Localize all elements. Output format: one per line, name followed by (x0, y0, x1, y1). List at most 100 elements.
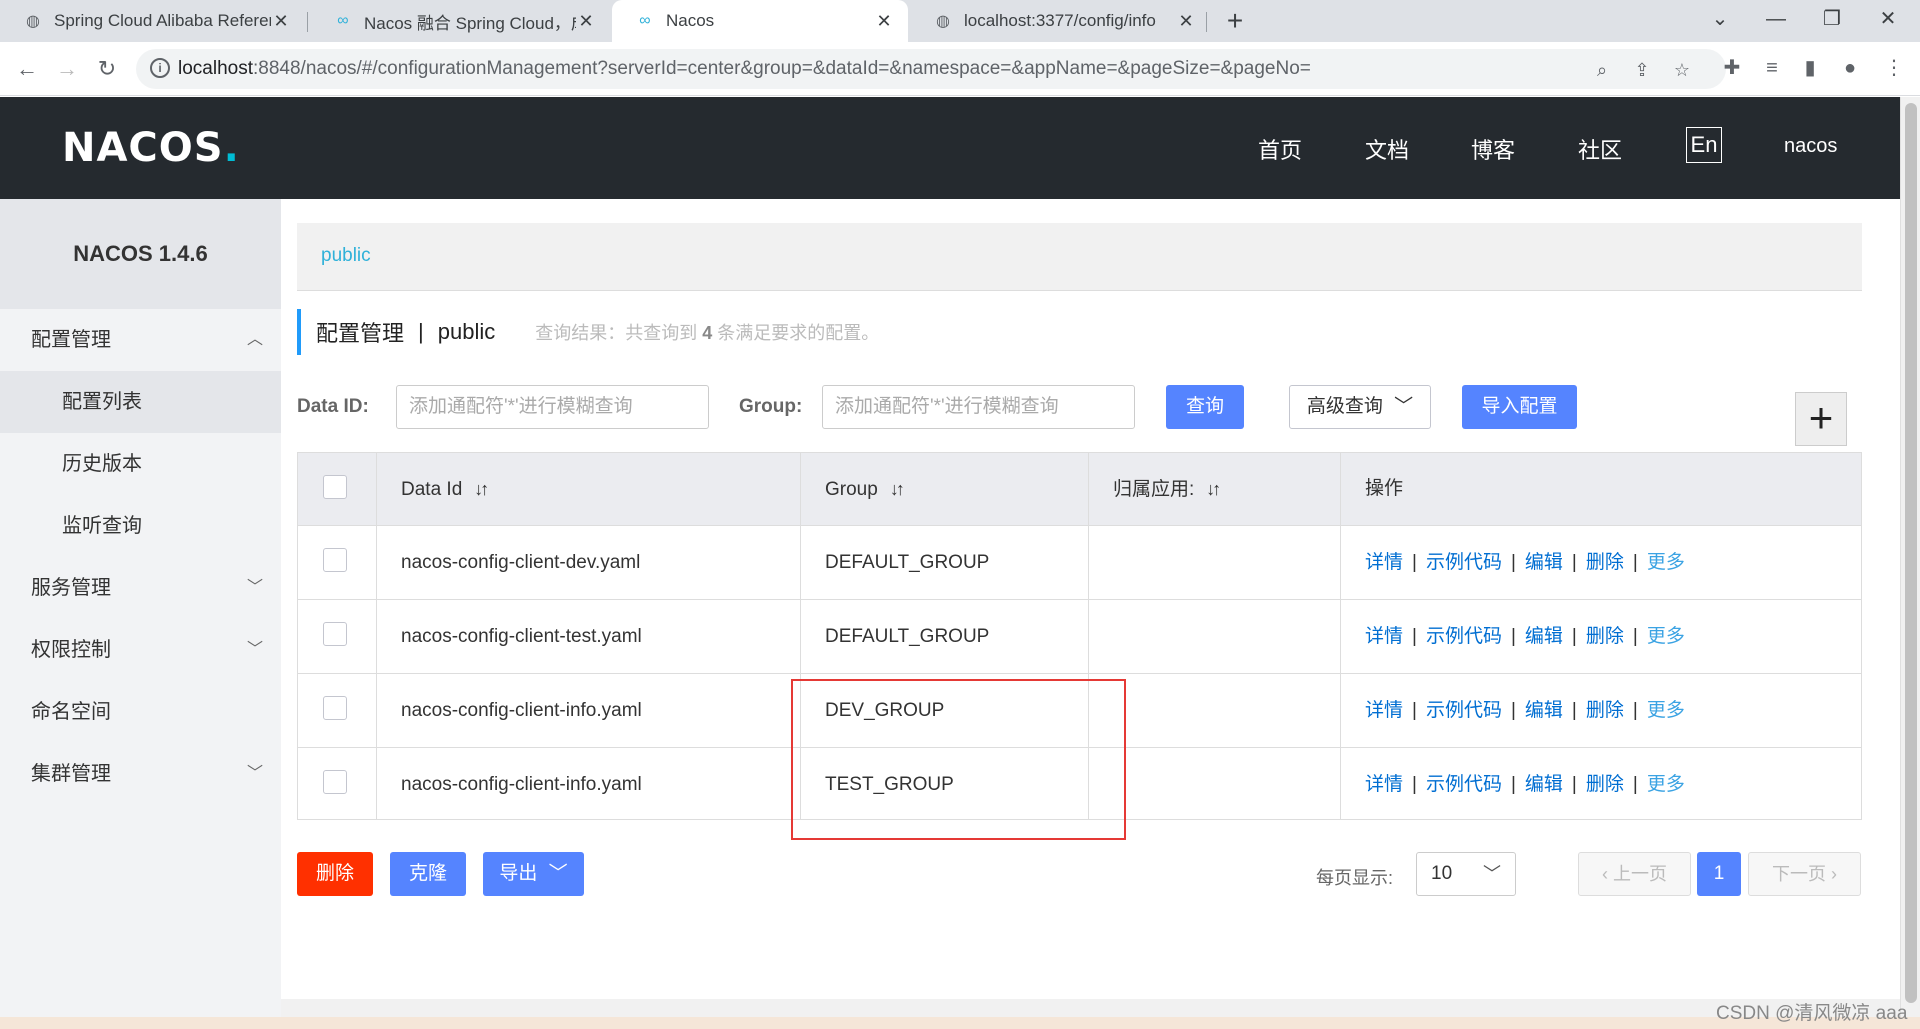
bookmark-star-icon[interactable]: ☆ (1670, 58, 1694, 82)
sample-code-link[interactable]: 示例代码 (1426, 552, 1502, 573)
user-name[interactable]: nacos (1784, 135, 1837, 158)
edit-link[interactable]: 编辑 (1525, 774, 1563, 795)
nav-community[interactable]: 社区 (1578, 133, 1622, 165)
nav-blog[interactable]: 博客 (1471, 133, 1515, 165)
clone-button[interactable]: 克隆 (390, 852, 466, 896)
sample-code-link[interactable]: 示例代码 (1426, 700, 1502, 721)
row-checkbox[interactable] (323, 770, 347, 794)
col-header-app[interactable]: 归属应用: ↓↑ (1113, 453, 1221, 525)
delete-link[interactable]: 删除 (1586, 700, 1624, 721)
tab-search-icon[interactable]: ⌄ (1692, 0, 1748, 40)
reading-list-icon[interactable]: ≡ (1758, 54, 1786, 82)
sidebar-item-cluster-management[interactable]: 集群管理 ﹀ (0, 743, 281, 805)
browser-tab[interactable]: ∞ Nacos 融合 Spring Cloud，成为 ✕ (310, 0, 610, 42)
col-header-group[interactable]: Group ↓↑ (825, 453, 905, 525)
language-switch[interactable]: En (1686, 127, 1722, 163)
extensions-icon[interactable]: ✚ (1718, 54, 1746, 82)
nav-home[interactable]: 首页 (1258, 133, 1302, 165)
delete-link[interactable]: 删除 (1586, 774, 1624, 795)
new-tab-icon[interactable]: + (1218, 4, 1252, 38)
row-dataid: nacos-config-client-dev.yaml (401, 552, 641, 573)
sort-icon[interactable]: ↓↑ (890, 479, 905, 499)
window-close-icon[interactable]: ✕ (1860, 0, 1916, 40)
zoom-icon[interactable]: ⌕ (1590, 58, 1614, 82)
close-icon[interactable]: ✕ (576, 11, 596, 32)
op-separator: | (1412, 700, 1417, 721)
sort-icon[interactable]: ↓↑ (474, 479, 489, 499)
url-bar[interactable]: i localhost:8848/nacos/#/configurationMa… (136, 49, 1726, 89)
side-panel-icon[interactable]: ▮ (1796, 54, 1824, 82)
row-checkbox[interactable] (323, 622, 347, 646)
close-icon[interactable]: ✕ (271, 11, 291, 32)
row-checkbox[interactable] (323, 548, 347, 572)
advanced-query-button[interactable]: 高级查询 ﹀ (1289, 385, 1431, 429)
logo-text: NACOS (62, 125, 224, 171)
more-link[interactable]: 更多 (1647, 552, 1685, 573)
page-size-select[interactable]: 10 ﹀ (1416, 852, 1516, 896)
prev-page-button[interactable]: ‹ 上一页 (1578, 852, 1691, 896)
sample-code-link[interactable]: 示例代码 (1426, 626, 1502, 647)
sidebar-item-label: 历史版本 (62, 453, 142, 475)
nav-docs[interactable]: 文档 (1365, 133, 1409, 165)
browser-tab-active[interactable]: ∞ Nacos ✕ (612, 0, 908, 42)
edit-link[interactable]: 编辑 (1525, 700, 1563, 721)
info-icon[interactable]: i (150, 58, 170, 78)
column-divider (376, 453, 377, 819)
profile-icon[interactable]: ● (1836, 54, 1864, 82)
back-icon[interactable]: ← (10, 52, 44, 86)
edit-link[interactable]: 编辑 (1525, 626, 1563, 647)
detail-link[interactable]: 详情 (1365, 626, 1403, 647)
menu-icon[interactable]: ⋮ (1880, 54, 1908, 82)
sidebar-item-access-control[interactable]: 权限控制 ﹀ (0, 619, 281, 681)
browser-tab[interactable]: ◍ Spring Cloud Alibaba Referenc ✕ (0, 0, 305, 42)
close-icon[interactable]: ✕ (874, 11, 894, 32)
detail-link[interactable]: 详情 (1365, 774, 1403, 795)
sidebar-item-listener-query[interactable]: 监听查询 (0, 495, 281, 557)
current-page[interactable]: 1 (1697, 852, 1741, 896)
sidebar-item-config-list[interactable]: 配置列表 (0, 371, 281, 433)
vertical-scrollbar[interactable] (1900, 97, 1920, 1029)
sidebar-item-service-management[interactable]: 服务管理 ﹀ (0, 557, 281, 619)
browser-tab[interactable]: ◍ localhost:3377/config/info ✕ (910, 0, 1210, 42)
sidebar: NACOS 1.4.6 配置管理 ︿ 配置列表 历史版本 监听查询 服务管理 ﹀… (0, 199, 281, 1029)
more-link[interactable]: 更多 (1647, 700, 1685, 721)
next-page-button[interactable]: 下一页 › (1748, 852, 1861, 896)
import-config-button[interactable]: 导入配置 (1462, 385, 1577, 429)
delete-link[interactable]: 删除 (1586, 552, 1624, 573)
share-icon[interactable]: ⇪ (1630, 58, 1654, 82)
batch-delete-button[interactable]: 删除 (297, 852, 373, 896)
reload-icon[interactable]: ↻ (90, 52, 124, 86)
op-separator: | (1412, 774, 1417, 795)
export-button[interactable]: 导出 ﹀ (483, 852, 584, 896)
more-link[interactable]: 更多 (1647, 774, 1685, 795)
title-separator: | (418, 319, 424, 344)
add-config-button[interactable]: + (1795, 392, 1847, 446)
horizontal-scrollbar[interactable] (281, 999, 1900, 1017)
dataid-input[interactable]: 添加通配符'*'进行模糊查询 (396, 385, 709, 429)
col-header-dataid[interactable]: Data Id ↓↑ (401, 453, 489, 525)
row-group: DEFAULT_GROUP (825, 626, 990, 647)
more-link[interactable]: 更多 (1647, 626, 1685, 647)
sidebar-item-history[interactable]: 历史版本 (0, 433, 281, 495)
sample-code-link[interactable]: 示例代码 (1426, 774, 1502, 795)
scroll-thumb[interactable] (1905, 103, 1917, 1003)
sidebar-item-namespace[interactable]: 命名空间 (0, 681, 281, 743)
close-icon[interactable]: ✕ (1176, 11, 1196, 32)
query-result-summary: 查询结果：共查询到 4 条满足要求的配置。 (535, 319, 879, 345)
detail-link[interactable]: 详情 (1365, 552, 1403, 573)
forward-icon[interactable]: → (50, 52, 84, 86)
minimize-icon[interactable]: — (1748, 0, 1804, 40)
url-text[interactable]: localhost:8848/nacos/#/configurationMana… (178, 58, 1311, 80)
select-all-checkbox[interactable] (323, 475, 347, 499)
delete-link[interactable]: 删除 (1586, 626, 1624, 647)
nacos-logo[interactable]: NACOS. (62, 125, 240, 171)
row-checkbox[interactable] (323, 696, 347, 720)
sort-icon[interactable]: ↓↑ (1206, 479, 1221, 499)
maximize-icon[interactable]: ❐ (1804, 0, 1860, 40)
sidebar-item-config-management[interactable]: 配置管理 ︿ (0, 309, 281, 371)
edit-link[interactable]: 编辑 (1525, 552, 1563, 573)
group-input[interactable]: 添加通配符'*'进行模糊查询 (822, 385, 1135, 429)
namespace-tab-public[interactable]: public (321, 245, 371, 267)
query-button[interactable]: 查询 (1166, 385, 1244, 429)
detail-link[interactable]: 详情 (1365, 700, 1403, 721)
